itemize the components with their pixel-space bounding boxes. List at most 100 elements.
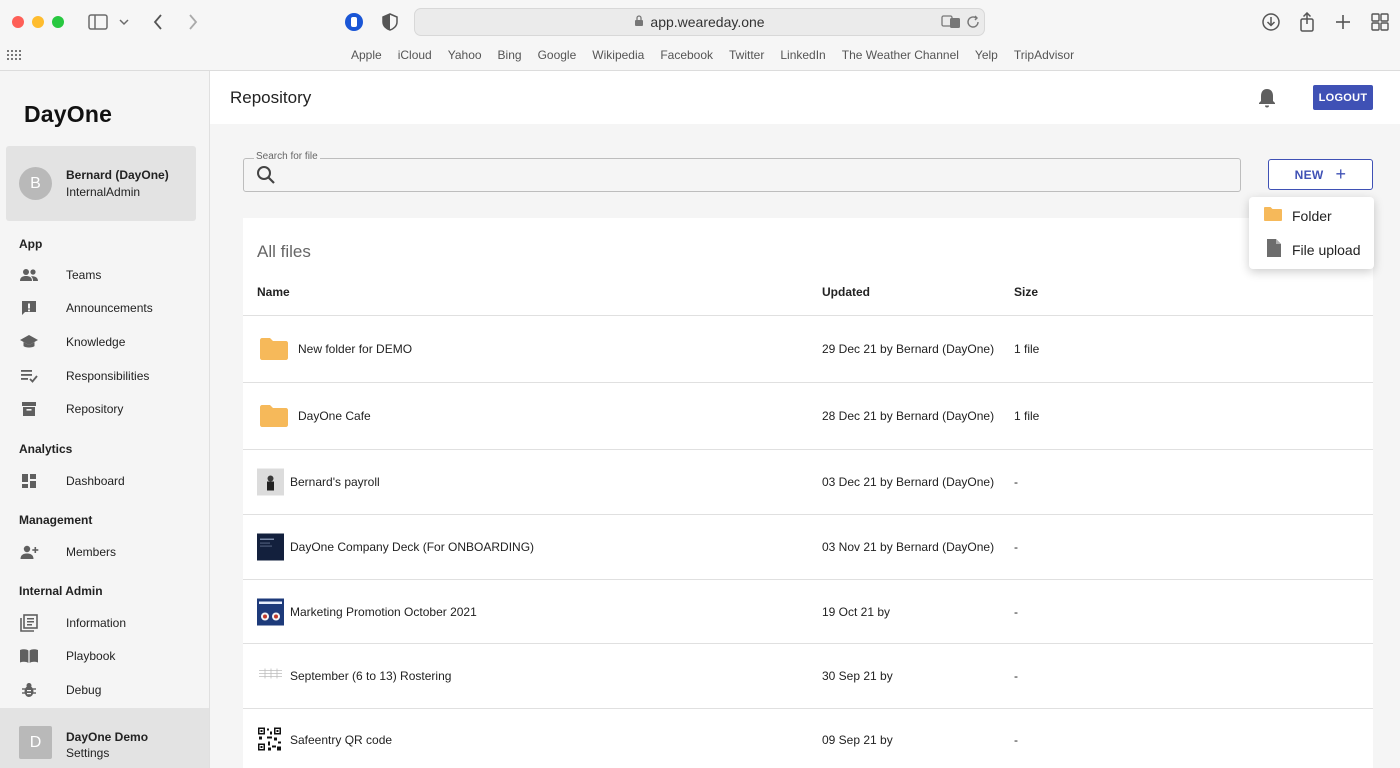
file-name: DayOne Company Deck (For ONBOARDING) [290, 540, 535, 554]
sidebar-item-label: Debug [66, 683, 102, 697]
favorite-link[interactable]: Google [538, 48, 577, 62]
new-button-label: NEW [1294, 167, 1324, 182]
search-label: Search for file [254, 151, 320, 162]
announcement-icon [19, 298, 39, 318]
table-row[interactable]: September (6 to 13) Rostering 30 Sep 21 … [243, 643, 1373, 708]
column-header-updated[interactable]: Updated [822, 285, 870, 299]
favorite-link[interactable]: Apple [351, 48, 382, 62]
sidebar-item-information[interactable]: Information [0, 608, 209, 638]
close-window-button[interactable] [12, 16, 24, 28]
sidebar-item-label: Responsibilities [66, 369, 150, 383]
user-role: InternalAdmin [66, 185, 141, 199]
favorite-link[interactable]: Bing [498, 48, 522, 62]
new-tab-icon[interactable] [1334, 13, 1352, 31]
favorite-link[interactable]: Wikipedia [592, 48, 644, 62]
table-row[interactable]: DayOne Cafe 28 Dec 21 by Bernard (DayOne… [243, 382, 1373, 449]
file-name: New folder for DEMO [298, 342, 413, 356]
apps-grid-icon[interactable] [7, 49, 21, 61]
chevron-down-icon[interactable] [118, 15, 130, 29]
lock-icon [634, 14, 644, 30]
favorite-link[interactable]: iCloud [398, 48, 432, 62]
file-updated: 03 Dec 21 by Bernard (DayOne) [822, 475, 995, 489]
sidebar-item-label: Teams [66, 268, 102, 282]
tab-overview-icon[interactable] [1370, 12, 1390, 32]
table-row[interactable]: Marketing Promotion October 2021 19 Oct … [243, 579, 1373, 643]
address-bar[interactable]: app.weareday.one [414, 8, 985, 36]
favorite-link[interactable]: The Weather Channel [842, 48, 959, 62]
main-content: Repository LOGOUT Search for file NEW + … [210, 71, 1400, 768]
shield-icon[interactable] [381, 12, 399, 32]
file-size: - [1014, 540, 1018, 554]
new-button[interactable]: NEW + [1268, 159, 1373, 190]
sidebar-item-label: Knowledge [66, 335, 126, 349]
menu-item-label: Folder [1292, 208, 1332, 224]
sidebar-item-repository[interactable]: Repository [0, 394, 209, 424]
sidebar-item-label: Repository [66, 402, 124, 416]
sidebar-item-label: Announcements [66, 301, 153, 315]
favorite-link[interactable]: Yahoo [448, 48, 482, 62]
privacy-hand-icon[interactable] [344, 12, 364, 32]
avatar: B [19, 167, 52, 200]
sidebar-item-announcements[interactable]: Announcements [0, 293, 209, 323]
folder-icon [1263, 206, 1283, 227]
search-input[interactable] [284, 163, 1224, 187]
menu-item-folder[interactable]: Folder [1249, 199, 1374, 233]
user-name: Bernard (DayOne) [66, 168, 169, 182]
menu-item-file-upload[interactable]: File upload [1249, 233, 1374, 267]
org-settings-link[interactable]: Settings [66, 746, 109, 760]
file-updated: 09 Sep 21 by [822, 732, 893, 747]
file-updated: 19 Oct 21 by [822, 604, 891, 619]
file-name: Marketing Promotion October 2021 [290, 604, 477, 619]
sidebar-item-responsibilities[interactable]: Responsibilities [0, 361, 209, 391]
share-icon[interactable] [1298, 11, 1316, 33]
book-icon [19, 646, 39, 666]
bug-icon [19, 680, 39, 700]
people-icon [19, 265, 39, 285]
file-size: - [1014, 732, 1018, 747]
favorite-link[interactable]: LinkedIn [780, 48, 825, 62]
school-icon [19, 332, 39, 352]
reload-icon[interactable] [965, 14, 981, 30]
favorite-link[interactable]: Twitter [729, 48, 764, 62]
table-row[interactable]: Bernard's payroll 03 Dec 21 by Bernard (… [243, 449, 1373, 514]
translate-icon[interactable] [941, 14, 961, 30]
favorite-link[interactable]: Yelp [975, 48, 998, 62]
qr-code-icon [257, 726, 284, 753]
search-field[interactable]: Search for file [243, 151, 1241, 192]
favorite-link[interactable]: TripAdvisor [1014, 48, 1074, 62]
dashboard-icon [19, 471, 39, 491]
sidebar-item-members[interactable]: Members [0, 537, 209, 567]
sidebar-item-playbook[interactable]: Playbook [0, 641, 209, 671]
user-card[interactable]: B Bernard (DayOne) InternalAdmin [6, 146, 196, 221]
column-header-name[interactable]: Name [257, 285, 290, 299]
section-app: App [19, 237, 43, 251]
minimize-window-button[interactable] [32, 16, 44, 28]
back-icon[interactable] [150, 13, 166, 31]
zoom-window-button[interactable] [52, 16, 64, 28]
organization-card[interactable]: D DayOne Demo Settings [0, 708, 209, 768]
file-name: September (6 to 13) Rostering [290, 669, 452, 683]
org-avatar: D [19, 726, 52, 759]
sidebar-item-debug[interactable]: Debug [0, 675, 209, 705]
table-row[interactable]: DayOne Company Deck (For ONBOARDING) 03 … [243, 514, 1373, 579]
notifications-bell-icon[interactable] [1257, 87, 1277, 114]
file-size: - [1014, 604, 1018, 619]
file-name: Safeentry QR code [290, 732, 393, 747]
sidebar-item-teams[interactable]: Teams [0, 260, 209, 290]
sidebar-item-dashboard[interactable]: Dashboard [0, 466, 209, 496]
sidebar-item-knowledge[interactable]: Knowledge [0, 327, 209, 357]
forward-icon[interactable] [185, 13, 201, 31]
downloads-icon[interactable] [1261, 12, 1281, 32]
column-header-size[interactable]: Size [1014, 285, 1038, 299]
logout-button[interactable]: LOGOUT [1313, 85, 1373, 110]
sidebar-toggle-icon[interactable] [88, 13, 108, 31]
favorite-link[interactable]: Facebook [660, 48, 713, 62]
sidebar-item-label: Playbook [66, 649, 116, 663]
folder-icon [259, 337, 289, 361]
table-row[interactable]: New folder for DEMO 29 Dec 21 by Bernard… [243, 315, 1373, 382]
file-size: 1 file [1014, 342, 1040, 356]
sidebar-item-label: Information [66, 616, 127, 630]
brand-logo[interactable]: DayOne [24, 101, 112, 128]
table-row[interactable]: Safeentry QR code 09 Sep 21 by - [243, 708, 1373, 768]
plus-icon: + [1335, 164, 1347, 184]
